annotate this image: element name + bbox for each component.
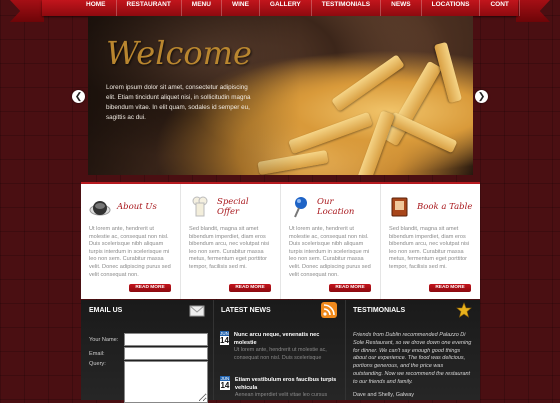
slide-image-detail: [288, 111, 373, 155]
news-item[interactable]: JUN 14 Etiam vestibulum eros faucibus tu…: [220, 376, 338, 400]
slide-title: Welcome: [106, 34, 252, 72]
news-title[interactable]: Nunc arcu neque, venenatis nec molestie: [234, 331, 338, 347]
footer-testimonials-column: TESTIMONIALS Friends from Dublin recomme…: [345, 300, 480, 400]
nav-item-wine[interactable]: WINE: [222, 0, 260, 16]
date-badge: JUN 14: [220, 331, 229, 362]
footer-news-column: LATEST NEWS JUN 14 Nunc arcu neque, vene…: [213, 300, 346, 400]
news-item[interactable]: JUN 14 Nunc arcu neque, venenatis nec mo…: [220, 331, 338, 362]
feature-header: Book a Table: [389, 192, 473, 222]
nav-item-restaurant[interactable]: RESTAURANT: [117, 0, 182, 16]
feature-title: About Us: [117, 202, 157, 212]
email-row: Email:: [89, 347, 208, 360]
name-row: Your Name:: [89, 333, 208, 346]
nav-item-news[interactable]: NEWS: [381, 0, 422, 16]
rss-icon: [321, 302, 337, 318]
feature-header: Our Location: [289, 192, 373, 222]
envelope-icon: [189, 302, 205, 318]
feature-text: Sed blandit, magna sit amet bibendum imp…: [189, 226, 270, 270]
hero-slider: Welcome Lorem ipsum dolor sit amet, cons…: [88, 16, 473, 175]
feature-title: Special Offer: [217, 197, 249, 217]
testimonials-heading: TESTIMONIALS: [353, 307, 406, 314]
feature-header: About Us: [89, 192, 173, 222]
news-text: Aenean imperdiet velit vitae leo cursus: [234, 392, 328, 398]
query-row: Query:: [89, 361, 208, 403]
news-body: Nunc arcu neque, venenatis nec molestie …: [234, 331, 338, 362]
nav-item-contact[interactable]: CONT: [480, 0, 520, 16]
chevron-left-icon[interactable]: ❮: [72, 90, 85, 103]
date-day: 14: [220, 381, 230, 390]
chef-icon: [189, 196, 211, 218]
read-more-button[interactable]: READ MORE: [229, 284, 271, 292]
date-day: 14: [220, 336, 229, 345]
footer-email-column: EMAIL US Your Name: Email: Query:: [81, 300, 214, 403]
main-nav: HOME RESTAURANT MENU WINE GALLERY TESTIM…: [42, 0, 520, 16]
testimonial-author: Dave and Shelly, Galway: [353, 392, 415, 398]
star-icon: [456, 302, 472, 318]
nav-item-gallery[interactable]: GALLERY: [260, 0, 312, 16]
nav-ribbon-right: [516, 0, 550, 22]
news-title[interactable]: Etiam vestibulum eros faucibus turpis ve…: [235, 376, 338, 392]
nav-ribbon-left: [10, 0, 44, 22]
name-label: Your Name:: [89, 336, 119, 343]
query-label: Query:: [89, 361, 106, 367]
feature-location: Our Location Ut lorem ante, hendrerit ut…: [281, 184, 381, 299]
nav-list: HOME RESTAURANT MENU WINE GALLERY TESTIM…: [42, 0, 520, 16]
nav-item-locations[interactable]: LOCATIONS: [422, 0, 481, 16]
nav-item-testimonials[interactable]: TESTIMONIALS: [312, 0, 382, 16]
email-label: Email:: [89, 350, 105, 357]
feature-text: Ut lorem ante, hendrerit ut molestie ac,…: [89, 226, 171, 278]
news-text: Ut lorem ante, hendrerit ut molestie ac,…: [233, 347, 327, 361]
feature-header: Special Offer: [189, 192, 273, 222]
nav-item-home[interactable]: HOME: [42, 0, 117, 16]
read-more-button[interactable]: READ MORE: [429, 284, 471, 292]
read-more-button[interactable]: READ MORE: [129, 284, 171, 292]
map-pin-icon: [289, 196, 311, 218]
read-more-button[interactable]: READ MORE: [329, 284, 371, 292]
news-heading: LATEST NEWS: [221, 307, 271, 314]
feature-text: Ut lorem ante, hendrerit ut molestie ac,…: [289, 226, 371, 278]
feature-text: Sed blandit, magna sit amet bibendum imp…: [389, 226, 470, 270]
testimonial-quote: Friends from Dublin recommended Palazzo …: [353, 332, 472, 385]
email-heading: EMAIL US: [89, 307, 123, 314]
footer: EMAIL US Your Name: Email: Query: LATEST…: [81, 300, 480, 403]
features-panel: About Us Ut lorem ante, hendrerit ut mol…: [81, 182, 480, 299]
news-body: Etiam vestibulum eros faucibus turpis ve…: [235, 376, 338, 400]
nav-item-menu[interactable]: MENU: [182, 0, 222, 16]
feature-title: Book a Table: [417, 202, 473, 212]
chevron-right-icon[interactable]: ❯: [475, 90, 488, 103]
slide-text: Lorem ipsum dolor sit amet, consectetur …: [106, 84, 251, 121]
slide-image-detail: [331, 54, 405, 112]
feature-book-table: Book a Table Sed blandit, magna sit amet…: [381, 184, 480, 299]
book-icon: [389, 196, 411, 218]
plate-icon: [89, 196, 111, 218]
feature-about: About Us Ut lorem ante, hendrerit ut mol…: [81, 184, 181, 299]
feature-special-offer: Special Offer Sed blandit, magna sit ame…: [181, 184, 281, 299]
query-textarea[interactable]: [124, 361, 208, 403]
email-input[interactable]: [124, 347, 208, 360]
feature-title: Our Location: [317, 197, 355, 217]
name-input[interactable]: [124, 333, 208, 346]
date-badge: JUN 14: [220, 376, 230, 400]
